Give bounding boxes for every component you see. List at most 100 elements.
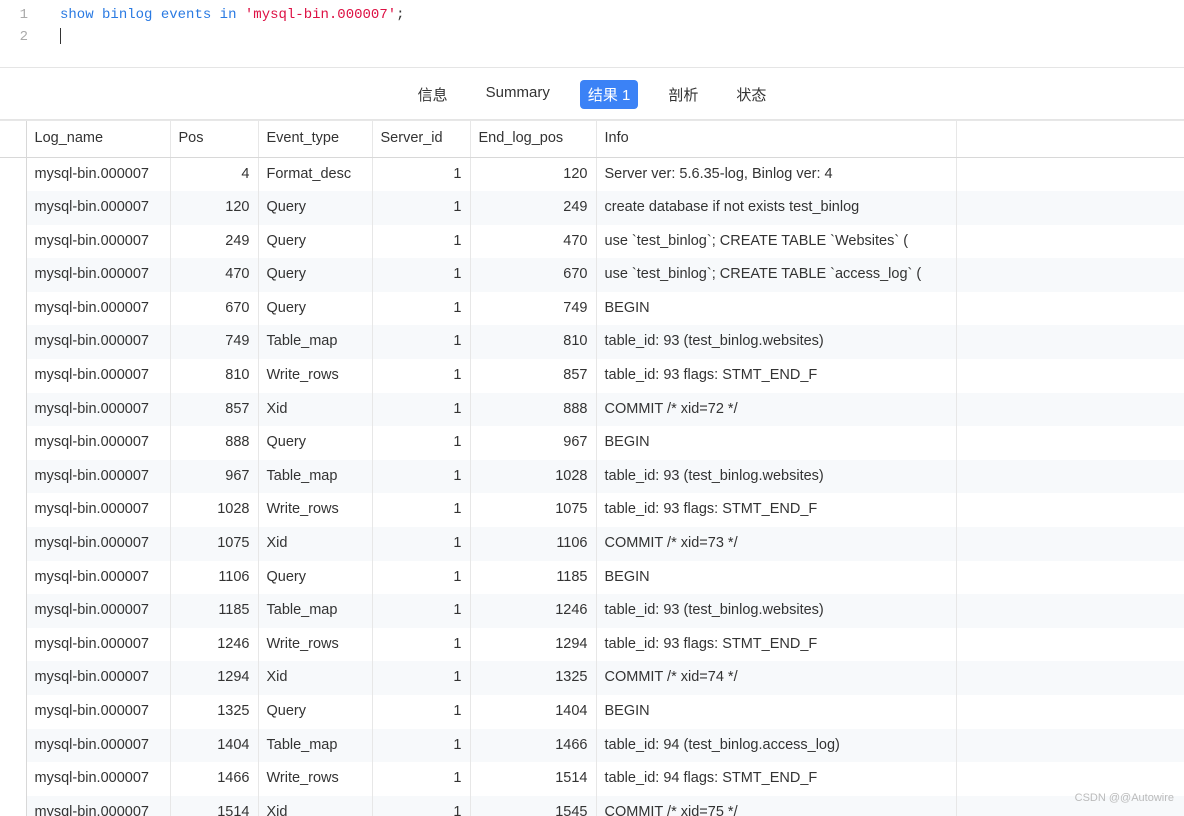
cell[interactable]: Table_map	[258, 325, 372, 359]
cell[interactable]: 857	[470, 359, 596, 393]
table-row[interactable]: mysql-bin.0000074Format_desc1120Server v…	[0, 157, 1184, 191]
cell[interactable]	[956, 628, 1184, 662]
cell[interactable]: 810	[170, 359, 258, 393]
cell[interactable]: 1	[372, 359, 470, 393]
cell[interactable]: 670	[470, 258, 596, 292]
code-line[interactable]: show binlog events in 'mysql-bin.000007'…	[40, 4, 405, 26]
cell[interactable]	[956, 460, 1184, 494]
cell[interactable]: 1	[372, 796, 470, 816]
col-header-pos[interactable]: Pos	[170, 121, 258, 157]
cell[interactable]	[956, 325, 1184, 359]
cell[interactable]: 1028	[470, 460, 596, 494]
cell[interactable]: mysql-bin.000007	[26, 527, 170, 561]
cell[interactable]: 1404	[170, 729, 258, 763]
cell[interactable]: 1	[372, 157, 470, 191]
cell[interactable]: mysql-bin.000007	[26, 762, 170, 796]
cell[interactable]	[0, 325, 26, 359]
cell[interactable]: 1	[372, 661, 470, 695]
cell[interactable]: use `test_binlog`; CREATE TABLE `Website…	[596, 225, 956, 259]
cell[interactable]: 470	[470, 225, 596, 259]
cell[interactable]	[0, 426, 26, 460]
cell[interactable]: mysql-bin.000007	[26, 729, 170, 763]
cell[interactable]: BEGIN	[596, 561, 956, 595]
cell[interactable]: Xid	[258, 527, 372, 561]
cell[interactable]: Query	[258, 695, 372, 729]
table-row[interactable]: mysql-bin.0000071294Xid11325COMMIT /* xi…	[0, 661, 1184, 695]
cell[interactable]: Table_map	[258, 460, 372, 494]
cell[interactable]: 120	[170, 191, 258, 225]
table-row[interactable]: mysql-bin.000007888Query1967BEGIN	[0, 426, 1184, 460]
cell[interactable]: 1075	[470, 493, 596, 527]
cell[interactable]	[956, 225, 1184, 259]
cell[interactable]: 1	[372, 426, 470, 460]
tab-4[interactable]: 状态	[728, 80, 774, 109]
cell[interactable]: 1325	[170, 695, 258, 729]
col-header-server[interactable]: Server_id	[372, 121, 470, 157]
cell[interactable]: mysql-bin.000007	[26, 661, 170, 695]
cell[interactable]: 670	[170, 292, 258, 326]
cell[interactable]	[0, 157, 26, 191]
cell[interactable]: Xid	[258, 796, 372, 816]
cell[interactable]	[956, 762, 1184, 796]
cell[interactable]	[956, 157, 1184, 191]
cell[interactable]: 1	[372, 594, 470, 628]
col-header-endpos[interactable]: End_log_pos	[470, 121, 596, 157]
cell[interactable]	[0, 628, 26, 662]
cell[interactable]: create database if not exists test_binlo…	[596, 191, 956, 225]
cell[interactable]: 1	[372, 628, 470, 662]
cell[interactable]	[0, 527, 26, 561]
tab-0[interactable]: 信息	[410, 80, 456, 109]
cell[interactable]	[0, 493, 26, 527]
cell[interactable]: 1	[372, 225, 470, 259]
cell[interactable]: 1106	[470, 527, 596, 561]
cell[interactable]: mysql-bin.000007	[26, 695, 170, 729]
cell[interactable]: Server ver: 5.6.35-log, Binlog ver: 4	[596, 157, 956, 191]
cell[interactable]: Xid	[258, 393, 372, 427]
cell[interactable]: table_id: 93 flags: STMT_END_F	[596, 628, 956, 662]
table-row[interactable]: mysql-bin.0000071185Table_map11246table_…	[0, 594, 1184, 628]
cell[interactable]: Query	[258, 191, 372, 225]
cell[interactable]: 1466	[470, 729, 596, 763]
table-row[interactable]: mysql-bin.0000071404Table_map11466table_…	[0, 729, 1184, 763]
cell[interactable]: 1	[372, 561, 470, 595]
table-row[interactable]: mysql-bin.000007470Query1670use `test_bi…	[0, 258, 1184, 292]
cell[interactable]: mysql-bin.000007	[26, 426, 170, 460]
cell[interactable]: mysql-bin.000007	[26, 796, 170, 816]
cell[interactable]	[0, 561, 26, 595]
cell[interactable]	[956, 493, 1184, 527]
cell[interactable]	[0, 729, 26, 763]
cell[interactable]: 1325	[470, 661, 596, 695]
table-row[interactable]: mysql-bin.0000071246Write_rows11294table…	[0, 628, 1184, 662]
cell[interactable]: Write_rows	[258, 628, 372, 662]
cell[interactable]: 1075	[170, 527, 258, 561]
cell[interactable]: 249	[470, 191, 596, 225]
cell[interactable]: 249	[170, 225, 258, 259]
cell[interactable]: 967	[170, 460, 258, 494]
cell[interactable]: Query	[258, 225, 372, 259]
cell[interactable]	[956, 695, 1184, 729]
cell[interactable]: Write_rows	[258, 493, 372, 527]
cell[interactable]: 1	[372, 729, 470, 763]
cell[interactable]: mysql-bin.000007	[26, 292, 170, 326]
cell[interactable]: mysql-bin.000007	[26, 258, 170, 292]
col-header-event[interactable]: Event_type	[258, 121, 372, 157]
cell[interactable]: COMMIT /* xid=74 */	[596, 661, 956, 695]
cell[interactable]: 857	[170, 393, 258, 427]
table-row[interactable]: mysql-bin.000007120Query1249create datab…	[0, 191, 1184, 225]
cell[interactable]: 888	[470, 393, 596, 427]
table-row[interactable]: mysql-bin.0000071514Xid11545COMMIT /* xi…	[0, 796, 1184, 816]
cell[interactable]: 888	[170, 426, 258, 460]
cell[interactable]: 749	[170, 325, 258, 359]
tab-1[interactable]: Summary	[478, 80, 558, 109]
cell[interactable]: table_id: 94 flags: STMT_END_F	[596, 762, 956, 796]
cell[interactable]	[956, 561, 1184, 595]
table-row[interactable]: mysql-bin.0000071466Write_rows11514table…	[0, 762, 1184, 796]
cell[interactable]: Table_map	[258, 729, 372, 763]
cell[interactable]: 1028	[170, 493, 258, 527]
cell[interactable]: 1	[372, 292, 470, 326]
cell[interactable]: table_id: 94 (test_binlog.access_log)	[596, 729, 956, 763]
cell[interactable]: 1294	[470, 628, 596, 662]
cell[interactable]: 1246	[470, 594, 596, 628]
cell[interactable]: mysql-bin.000007	[26, 493, 170, 527]
cell[interactable]	[956, 359, 1184, 393]
